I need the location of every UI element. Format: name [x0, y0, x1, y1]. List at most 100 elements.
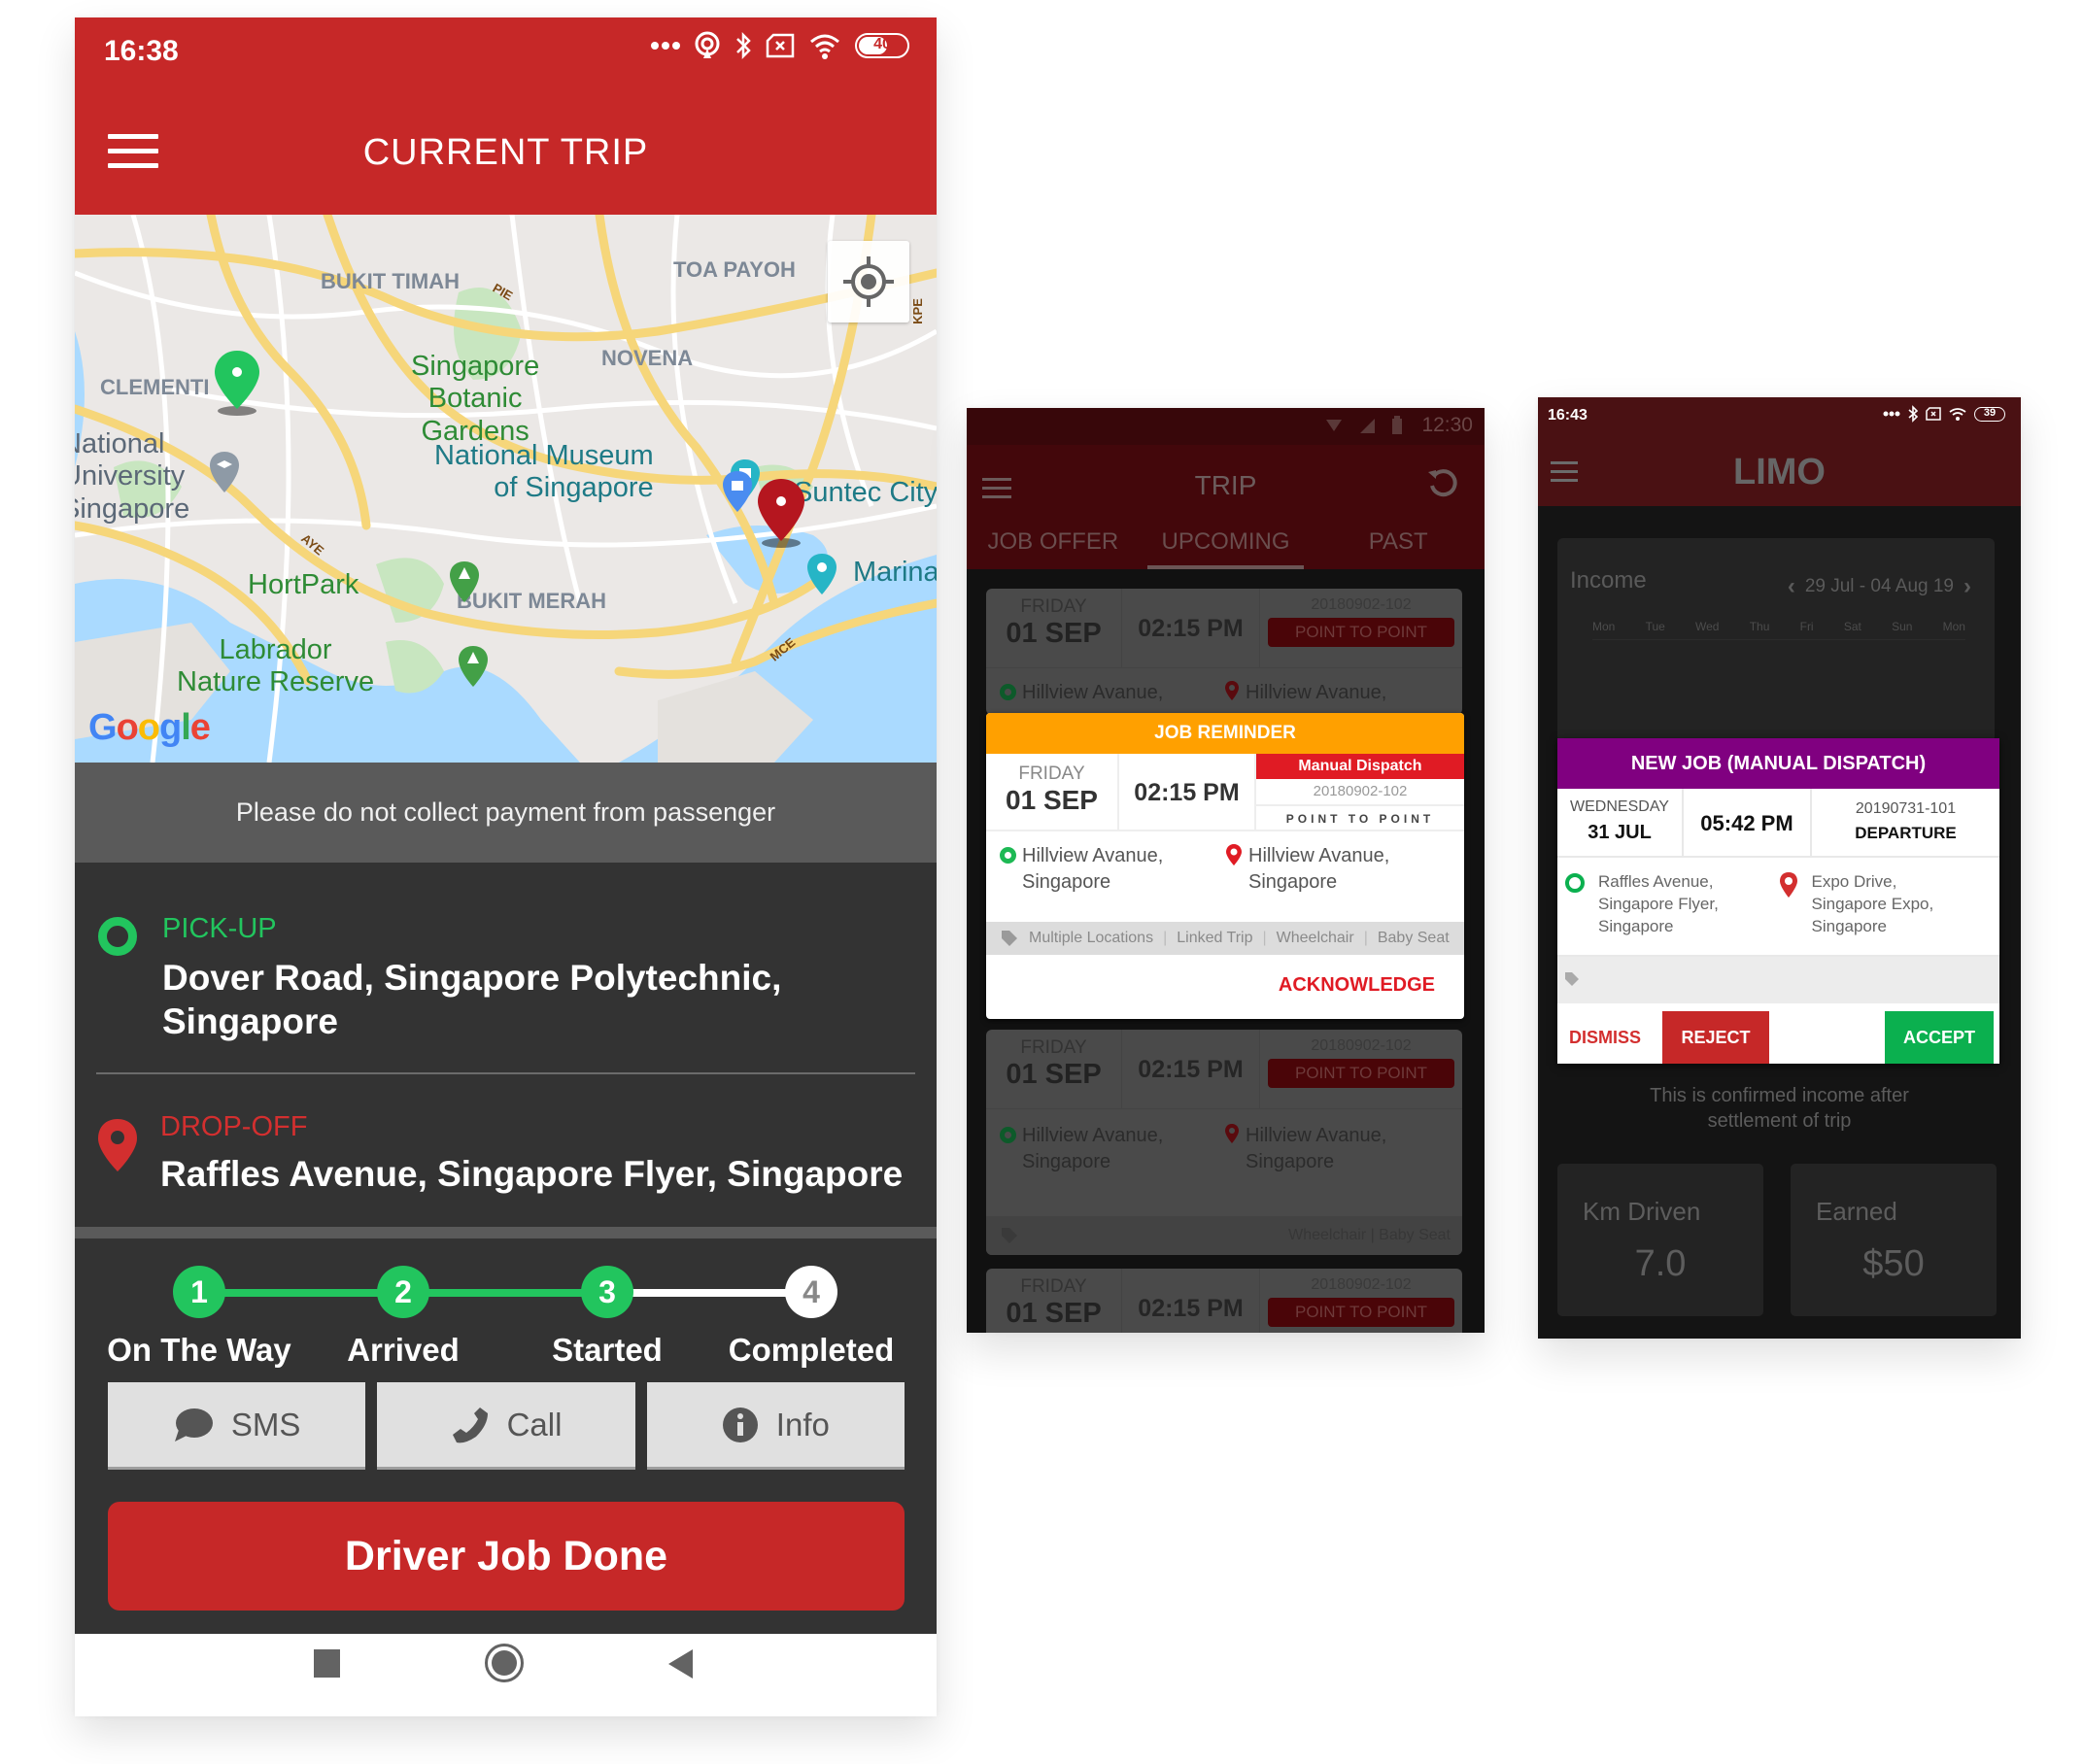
sms-label: SMS — [230, 1406, 301, 1442]
trip-time: 02:15 PM — [1122, 1030, 1260, 1108]
trip-list-screen: 12:30 TRIP JOB OFFER UPCOMING PAST FRIDA… — [967, 408, 1485, 1333]
info-button[interactable]: Info — [646, 1382, 905, 1470]
park-poi-icon — [450, 561, 479, 602]
app-bar: TRIP JOB OFFER UPCOMING PAST — [967, 445, 1485, 569]
back-button[interactable] — [668, 1649, 693, 1679]
progress-line-3 — [607, 1289, 811, 1297]
phone-icon — [452, 1407, 488, 1442]
date-range: 29 Jul - 04 Aug 19 — [1804, 576, 1954, 596]
hotspot-icon — [695, 31, 720, 58]
park-poi-icon — [459, 646, 488, 687]
trip-day: FRIDAY — [1018, 763, 1085, 784]
job-type: DEPARTURE — [1855, 824, 1957, 842]
accept-button[interactable]: ACCEPT — [1885, 1011, 1994, 1064]
pickup-pin-icon[interactable] — [211, 349, 263, 419]
day-label: Wed — [1695, 620, 1720, 633]
driver-job-done-button[interactable]: Driver Job Done — [108, 1502, 905, 1611]
job-day: WEDNESDAY — [1570, 798, 1669, 815]
app-bar: CURRENT TRIP — [75, 97, 937, 215]
trip-date: 01 SEP — [1006, 618, 1102, 649]
sms-button[interactable]: SMS — [108, 1382, 366, 1470]
trip-date: 01 SEP — [1006, 785, 1098, 815]
trip-pickup: Hillview Avanue, Singapore — [1022, 1125, 1164, 1172]
status-bar: 12:30 — [967, 408, 1485, 445]
divider — [96, 1072, 915, 1074]
no-sim-icon — [1926, 407, 1941, 421]
current-trip-screen: 16:38 40 CURRENT TRIP BUKIT TIMAH TOA PA… — [75, 17, 937, 1716]
info-icon — [722, 1407, 758, 1442]
trip-card[interactable]: FRIDAY 01 SEP 02:15 PM 20180902-102 POINT … — [986, 1269, 1462, 1333]
more-notifications-icon — [1883, 411, 1900, 417]
section-divider — [75, 1227, 937, 1238]
tab-past[interactable]: PAST — [1312, 523, 1485, 569]
tag-icon — [1002, 1228, 1017, 1243]
job-date: 31 JUL — [1588, 822, 1652, 843]
trip-type-badge: POINT TO POINT — [1268, 1059, 1454, 1088]
info-label: Info — [775, 1406, 830, 1442]
next-week-button[interactable]: › — [1963, 573, 1971, 600]
tag-item: Multiple Locations — [1029, 930, 1154, 946]
trip-date: 01 SEP — [1006, 1059, 1102, 1090]
job-time: 05:42 PM — [1684, 789, 1812, 856]
home-button[interactable] — [485, 1644, 524, 1682]
map-place-hortpark: HortPark — [248, 569, 359, 600]
battery-level: 39 — [1983, 406, 1997, 419]
pickup-circle-icon — [1565, 873, 1585, 893]
tag-icon — [1002, 931, 1017, 946]
job-reminder-dialog: JOB REMINDER FRIDAY 01 SEP 02:15 PM Manua… — [986, 713, 1464, 1019]
battery-icon: 39 — [1974, 406, 2005, 422]
step-4-dot: 4 — [785, 1266, 837, 1318]
pickup-circle-icon — [98, 917, 137, 956]
job-tags — [1557, 957, 1999, 1003]
crosshair-icon — [843, 256, 894, 307]
dropoff-pin-icon — [1225, 681, 1239, 700]
wifi-icon — [810, 34, 839, 59]
wifi-icon — [1949, 407, 1966, 421]
battery-icon: 40 — [855, 33, 909, 58]
tag-item: Linked Trip — [1177, 930, 1253, 946]
map-view[interactable]: BUKIT TIMAH TOA PAYOH NOVENA CLEMENTI BU… — [75, 215, 937, 763]
dropoff-label: DROP-OFF — [160, 1111, 308, 1142]
my-location-button[interactable] — [828, 241, 909, 322]
trip-ref: 20180902-102 — [1256, 779, 1464, 806]
trip-ref: 20180902-102 — [1311, 1037, 1412, 1054]
dismiss-button[interactable]: DISMISS — [1569, 1011, 1641, 1064]
tab-upcoming[interactable]: UPCOMING — [1140, 523, 1313, 569]
status-time: 12:30 — [1421, 414, 1473, 436]
map-label-clementi: CLEMENTI — [100, 375, 210, 399]
call-button[interactable]: Call — [377, 1382, 635, 1470]
pickup-dot-icon — [1000, 1127, 1016, 1143]
stat-label: Earned — [1816, 1197, 1897, 1226]
tab-job-offer[interactable]: JOB OFFER — [967, 523, 1140, 569]
trip-time: 02:15 PM — [1122, 1269, 1260, 1333]
trip-time: 02:15 PM — [1119, 754, 1256, 830]
refresh-icon[interactable] — [1426, 466, 1459, 499]
trip-card[interactable]: FRIDAY 01 SEP 02:15 PM 20180902-102 POINT … — [986, 589, 1462, 715]
reject-button[interactable]: REJECT — [1662, 1011, 1769, 1064]
chat-bubble-icon — [174, 1408, 213, 1442]
recent-apps-button[interactable] — [314, 1649, 340, 1678]
day-label: Fri — [1799, 620, 1814, 633]
app-bar: LIMO — [1538, 436, 2021, 506]
stat-label: Km Driven — [1583, 1197, 1701, 1226]
trip-type-badge: POINT TO POINT — [1268, 1298, 1454, 1327]
day-label: Mon — [1592, 620, 1616, 633]
day-label: Sat — [1843, 620, 1861, 633]
trip-tags-text: Wheelchair | Baby Seat — [1288, 1227, 1451, 1243]
progress-line-1 — [199, 1289, 403, 1297]
battery-icon — [1392, 416, 1402, 434]
step-3-dot: 3 — [581, 1266, 633, 1318]
income-note: This is confirmed income after settlemen… — [1650, 1085, 1909, 1132]
trip-ref: 20180902-102 — [1311, 1276, 1412, 1293]
bluetooth-icon — [1908, 405, 1918, 423]
page-title: TRIP — [1194, 470, 1257, 500]
call-label: Call — [506, 1406, 563, 1442]
map-place-labrador: Labrador Nature Reserve — [177, 634, 375, 698]
job-ref: 20190731-101 — [1855, 800, 1957, 817]
chart-day-axis: Mon Tue Wed Thu Fri Sat Sun Mon — [1592, 620, 1965, 640]
acknowledge-button[interactable]: ACKNOWLEDGE — [986, 955, 1464, 1019]
prev-week-button[interactable]: ‹ — [1788, 573, 1795, 600]
trip-card[interactable]: FRIDAY 01 SEP 02:15 PM 20180902-102 POINT … — [986, 1030, 1462, 1255]
page-title: LIMO — [1733, 452, 1826, 492]
no-sim-icon — [766, 33, 795, 58]
